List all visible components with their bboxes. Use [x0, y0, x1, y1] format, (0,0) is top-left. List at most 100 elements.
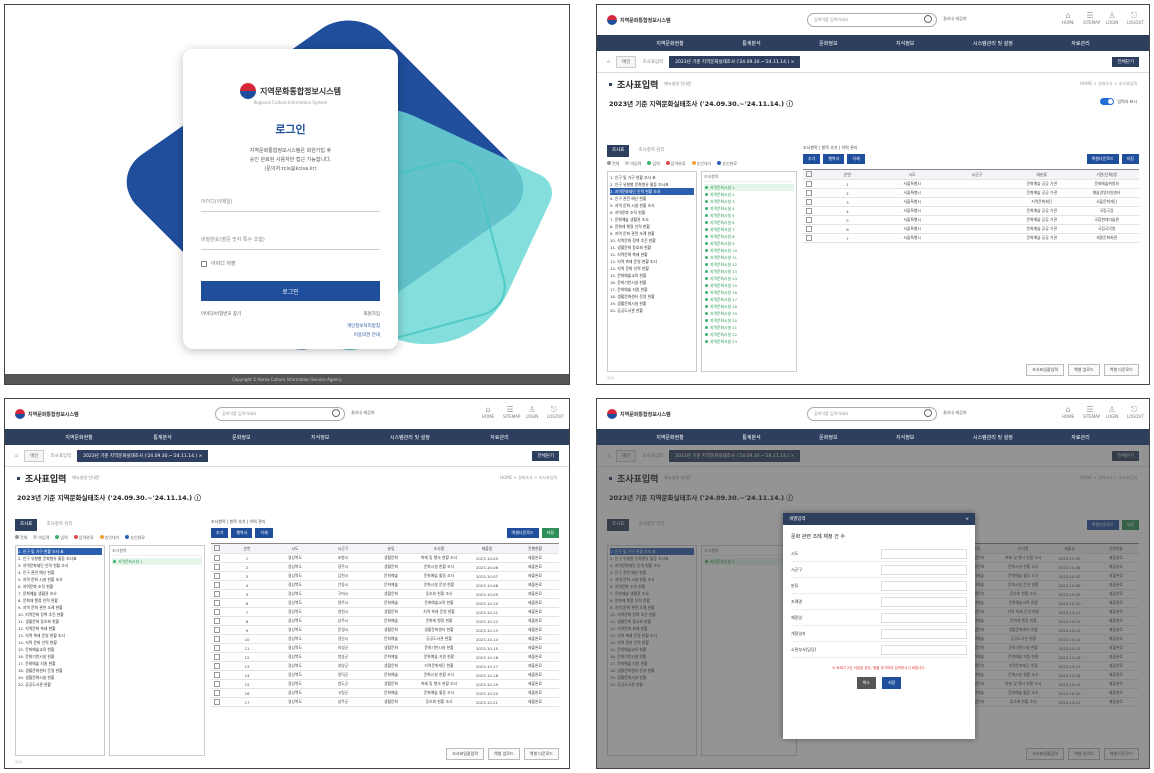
- search-icon[interactable]: [924, 409, 932, 417]
- list-item[interactable]: 지역문화시설 23: [704, 338, 794, 345]
- tree-item[interactable]: 20. 공공도서관 현황: [18, 681, 102, 688]
- row-checkbox[interactable]: [211, 618, 223, 625]
- excel-upload-button[interactable]: 엑셀 업로드: [487, 748, 520, 760]
- legend-item[interactable]: 입력: [55, 535, 68, 541]
- list-item[interactable]: 지역문화시설 5: [704, 212, 794, 219]
- privacy-link[interactable]: 개인정보처리방침: [201, 322, 380, 331]
- legend-item[interactable]: 미입력: [33, 535, 49, 541]
- column-header[interactable]: 분류: [367, 546, 415, 552]
- survey-tree[interactable]: 1. 인구 및 가구 현황 조사 표2. 인구 유형별 문화향유 활동 조사표3…: [15, 545, 105, 756]
- table-row[interactable]: 13 경상북도 영양군 생활문화 지역문화재단 현황 2023-10-17 제출완료: [211, 662, 559, 671]
- legend-item[interactable]: 미입력: [625, 161, 641, 167]
- copy-row-button[interactable]: 행복사: [231, 528, 253, 538]
- add-button[interactable]: 추가: [803, 154, 821, 164]
- nav-item[interactable]: 시스템관리 및 설정: [973, 434, 1013, 441]
- list-item[interactable]: 지역문화시설 13: [704, 268, 794, 275]
- tree-item[interactable]: 15. 문화예술교육 현황: [18, 646, 102, 653]
- add-button[interactable]: 추가: [211, 528, 229, 538]
- login-button[interactable]: 로그인: [201, 281, 380, 301]
- tree-item[interactable]: 1. 인구 및 가구 현황 조사 표: [18, 548, 102, 555]
- table-row[interactable]: 3 경상북도 김천시 문화예술 문화예술 활동 조사 2023-10-07 제출완료: [211, 572, 559, 581]
- excel-download-bottom-button[interactable]: 엑셀 다운로드: [1103, 364, 1139, 376]
- row-checkbox[interactable]: [211, 564, 223, 571]
- nav-item[interactable]: 문화정보: [232, 434, 250, 441]
- tree-item[interactable]: 9. 지역 문화 관련 조례 현황: [18, 604, 102, 611]
- nav-item[interactable]: 지식정보: [896, 434, 914, 441]
- row-checkbox[interactable]: [803, 190, 815, 197]
- research-checkbox[interactable]: 결과내 재검색: [943, 410, 966, 416]
- home-tab-icon[interactable]: ⌂: [15, 453, 18, 459]
- user-icon[interactable]: ♙ LOGIN: [525, 405, 539, 419]
- tree-item[interactable]: 18. 생활문화센터 운영 현황: [18, 667, 102, 674]
- nav-item[interactable]: 지역문화현황: [656, 434, 684, 441]
- field-input[interactable]: [881, 612, 967, 623]
- sitemap-icon[interactable]: ☰ SITEMAP: [1083, 11, 1100, 25]
- brand-logo[interactable]: 지역문화통합정보시스템: [15, 409, 79, 419]
- list-item[interactable]: 지역문화시설 14: [704, 275, 794, 282]
- research-checkbox[interactable]: 결과내 재검색: [943, 16, 966, 22]
- table-row[interactable]: 1 서울특별시 문화예술 공공 기관 문화예술위원회: [803, 180, 1139, 189]
- home-icon[interactable]: ⌂ HOME: [1061, 11, 1075, 25]
- bulk-entry-button[interactable]: 조사표일괄입력: [446, 748, 484, 760]
- tree-item[interactable]: 5. 지역 문화 시설 현황 조사: [18, 576, 102, 583]
- home-tab-icon[interactable]: ⌂: [607, 59, 610, 65]
- delete-button[interactable]: 삭제: [255, 528, 273, 538]
- user-icon[interactable]: ♙ LOGIN: [1105, 11, 1119, 25]
- table-row[interactable]: 17 경상북도 성주군 생활문화 동호회 현황 조사 2023-10-21 제출완료: [211, 698, 559, 707]
- legend-item[interactable]: 입력: [647, 161, 660, 167]
- column-header[interactable]: 진행현황: [511, 546, 559, 552]
- id-field[interactable]: 아이디(이메일): [201, 188, 380, 212]
- tab-survey-entry[interactable]: 조사표입력: [642, 59, 663, 65]
- tree-item[interactable]: 4. 인구 관련 예산 현황: [610, 195, 694, 202]
- cancel-button[interactable]: 취소: [856, 677, 876, 689]
- legend-item[interactable]: 승인완료: [717, 161, 737, 167]
- table-row[interactable]: 6 경상북도 영주시 문화예술 문화예술교육 현황 2023-10-10 제출완료: [211, 599, 559, 608]
- save-button[interactable]: 저장: [882, 677, 902, 689]
- list-item[interactable]: 지역문화시설 4: [704, 205, 794, 212]
- tree-item[interactable]: 19. 생활문화시설 현황: [610, 300, 694, 307]
- tree-item[interactable]: 14. 지역 문화 인력 현황: [610, 265, 694, 272]
- delete-button[interactable]: 삭제: [847, 154, 865, 164]
- tree-item[interactable]: 19. 생활문화시설 현황: [18, 674, 102, 681]
- tree-item[interactable]: 11. 생활문화 동호회 현황: [18, 618, 102, 625]
- nav-item[interactable]: 지식정보: [896, 40, 914, 47]
- nav-item[interactable]: 통계분석: [742, 434, 760, 441]
- table-row[interactable]: 4 경상북도 안동시 문화예술 문화시설 운영 현황 2023-10-08 제출완료: [211, 581, 559, 590]
- list-item[interactable]: 지역문화시설 3: [704, 198, 794, 205]
- row-checkbox[interactable]: [211, 663, 223, 670]
- tab-active-survey[interactable]: 2023년 기준 지역문화실태조사 ('24.09.30.~'24.11.14.…: [77, 449, 209, 462]
- logout-icon[interactable]: ⎋ LOGOUT: [547, 405, 564, 419]
- close-all-tabs-button[interactable]: 전체닫기: [532, 450, 559, 461]
- scroll-pager[interactable]: ◁ ▷: [607, 375, 614, 380]
- list-item[interactable]: 지역문화시설 12: [704, 261, 794, 268]
- brand-logo[interactable]: 지역문화통합정보시스템: [607, 409, 671, 419]
- show-inputter-toggle[interactable]: 입력자 표시: [1100, 98, 1137, 105]
- tree-item[interactable]: 8. 문화재 행정 인력 현황: [610, 223, 694, 230]
- nav-item[interactable]: 지역문화현황: [656, 40, 684, 47]
- tab-item-management[interactable]: 조사항목 관리: [41, 519, 77, 531]
- legend-item[interactable]: 전체: [15, 535, 27, 541]
- tree-item[interactable]: 18. 생활문화센터 운영 현황: [610, 293, 694, 300]
- row-checkbox[interactable]: [211, 699, 223, 706]
- field-input[interactable]: [881, 580, 967, 591]
- tree-item[interactable]: 7. 문화예술 생활권 조사: [610, 216, 694, 223]
- table-row[interactable]: 10 경상북도 경산시 문화예술 공공도서관 현황 2023-10-14 제출완료: [211, 635, 559, 644]
- list-item[interactable]: 지역문화시설 11: [704, 254, 794, 261]
- list-item[interactable]: 지역문화시설 20: [704, 317, 794, 324]
- item-list[interactable]: 조사항목 지역문화시설 1: [109, 545, 205, 756]
- legend-item[interactable]: 승인완료: [125, 535, 145, 541]
- nav-item[interactable]: 지식정보: [311, 434, 329, 441]
- tree-item[interactable]: 4. 인구 관련 예산 현황: [18, 569, 102, 576]
- survey-tree[interactable]: 1. 인구 및 가구 현황 조사 표2. 인구 유형별 문화향유 활동 조사표3…: [607, 171, 697, 372]
- list-item[interactable]: 지역문화시설 19: [704, 310, 794, 317]
- tree-item[interactable]: 13. 지역 축제 운영 현황 조사: [610, 258, 694, 265]
- column-header[interactable]: 기관(단체)명: [1074, 172, 1139, 178]
- table-row[interactable]: 5 서울특별시 문화예술 공공 기관 국립현대미술관: [803, 216, 1139, 225]
- row-checkbox[interactable]: [803, 181, 815, 188]
- research-checkbox[interactable]: 결과내 재검색: [351, 410, 374, 416]
- table-row[interactable]: 14 경상북도 영덕군 문화예술 문화시설 현황 조사 2023-10-18 제출완료: [211, 671, 559, 680]
- list-item[interactable]: 지역문화시설 22: [704, 331, 794, 338]
- row-checkbox[interactable]: [211, 672, 223, 679]
- row-checkbox[interactable]: [211, 654, 223, 661]
- tree-item[interactable]: 7. 문화예술 생활권 조사: [18, 590, 102, 597]
